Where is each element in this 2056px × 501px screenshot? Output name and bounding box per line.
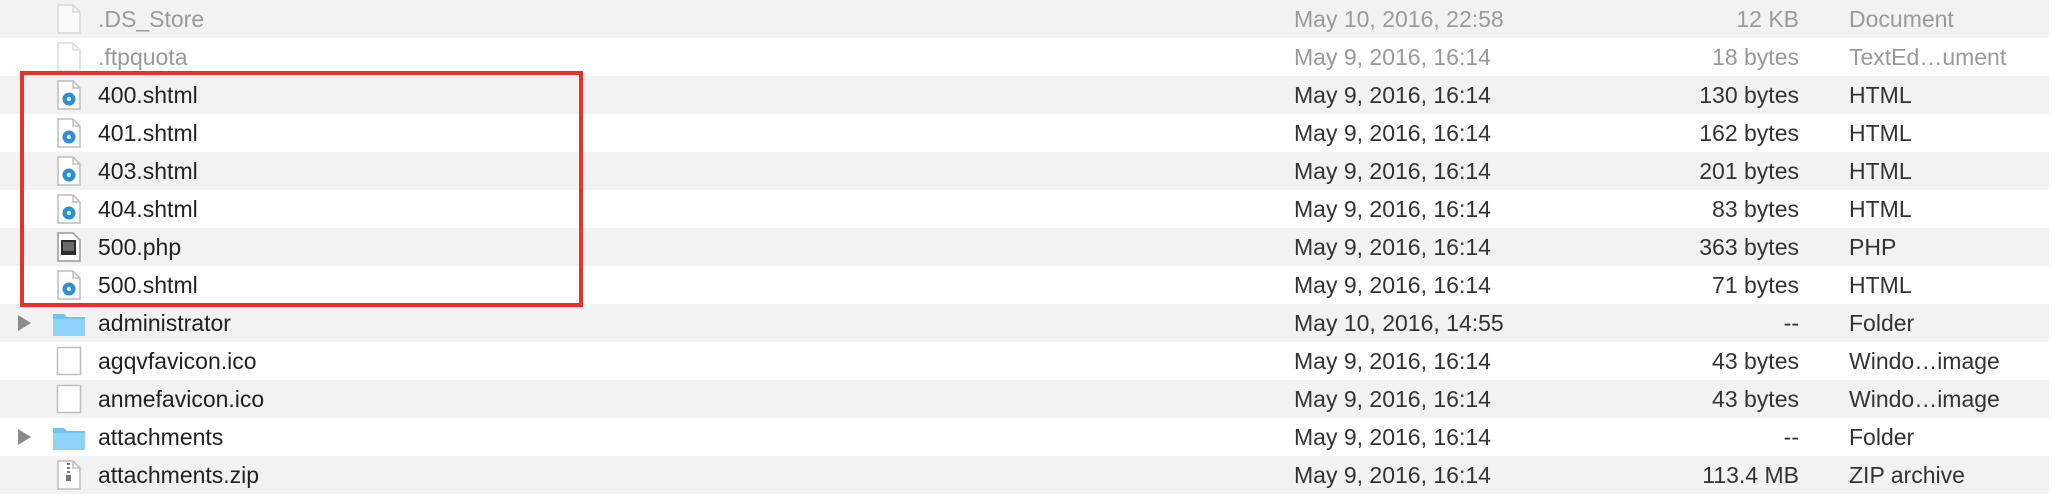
file-row[interactable]: .DS_Store May 10, 2016, 22:58 12 KB Documen… [0,0,2056,38]
file-name: 500.php [98,234,182,260]
file-size: -- [1783,310,1799,336]
file-size: 113.4 MB [1702,462,1799,488]
date-modified: May 9, 2016, 16:14 [1294,44,1491,70]
date-modified: May 9, 2016, 16:14 [1294,158,1491,184]
html-file-icon [55,118,83,148]
file-name: administrator [98,310,231,336]
file-list: .DS_Store May 10, 2016, 22:58 12 KB Documen… [0,0,2056,494]
file-name: attachments [98,424,224,450]
file-row[interactable]: 403.shtml May 9, 2016, 16:14 201 bytes HTML [0,152,2056,190]
file-name: 400.shtml [98,82,198,108]
file-size: 18 bytes [1712,44,1799,70]
file-row[interactable]: .ftpquota May 9, 2016, 16:14 18 bytes TextE… [0,38,2056,76]
folder-icon [52,310,86,336]
file-kind: Folder [1849,310,1915,336]
file-size: 71 bytes [1712,272,1799,298]
file-kind: Windo…image [1849,386,2000,412]
file-row[interactable]: agqvfavicon.ico May 9, 2016, 16:14 43 byte… [0,342,2056,380]
file-name: 401.shtml [98,120,198,146]
file-size: 12 KB [1736,6,1799,32]
folder-row[interactable]: administrator May 10, 2016, 14:55 -- Folder [0,304,2056,342]
date-modified: May 9, 2016, 16:14 [1294,82,1491,108]
file-name: 404.shtml [98,196,198,222]
file-size: 162 bytes [1699,120,1799,146]
file-name: attachments.zip [98,462,260,488]
file-row[interactable]: 400.shtml May 9, 2016, 16:14 130 bytes HTML [0,76,2056,114]
file-kind: HTML [1849,120,1912,146]
file-kind: PHP [1849,234,1897,260]
file-kind: TextEd…ument [1849,44,2007,70]
html-file-icon [55,194,83,224]
image-file-icon [55,384,83,414]
document-icon [55,42,83,72]
file-row[interactable]: 500.php May 9, 2016, 16:14 363 bytes PHP [0,228,2056,266]
date-modified: May 9, 2016, 16:14 [1294,424,1491,450]
document-icon [55,4,83,34]
file-kind: HTML [1849,196,1912,222]
file-size: 83 bytes [1712,196,1799,222]
file-size: 201 bytes [1699,158,1799,184]
disclosure-triangle-icon[interactable] [18,315,31,331]
file-kind: HTML [1849,82,1912,108]
date-modified: May 9, 2016, 16:14 [1294,462,1491,488]
file-kind: Folder [1849,424,1915,450]
file-kind: HTML [1849,272,1912,298]
date-modified: May 10, 2016, 22:58 [1294,6,1504,32]
file-name: 500.shtml [98,272,198,298]
disclosure-triangle-icon[interactable] [18,429,31,445]
date-modified: May 9, 2016, 16:14 [1294,120,1491,146]
file-name: agqvfavicon.ico [98,348,257,374]
file-size: 130 bytes [1699,82,1799,108]
file-row[interactable]: 500.shtml May 9, 2016, 16:14 71 bytes HTML [0,266,2056,304]
file-kind: Windo…image [1849,348,2000,374]
date-modified: May 9, 2016, 16:14 [1294,196,1491,222]
file-kind: ZIP archive [1849,462,1965,488]
file-row[interactable]: anmefavicon.ico May 9, 2016, 16:14 43 byte… [0,380,2056,418]
file-size: 43 bytes [1712,386,1799,412]
window-edge [2049,0,2056,500]
file-size: 363 bytes [1699,234,1799,260]
file-row[interactable]: attachments.zip May 9, 2016, 16:14 113.4 M… [0,456,2056,494]
file-name: .ftpquota [98,44,188,70]
date-modified: May 9, 2016, 16:14 [1294,386,1491,412]
folder-row[interactable]: attachments May 9, 2016, 16:14 -- Folder [0,418,2056,456]
file-name: anmefavicon.ico [98,386,265,412]
zip-file-icon [55,460,83,490]
date-modified: May 9, 2016, 16:14 [1294,234,1491,260]
date-modified: May 9, 2016, 16:14 [1294,348,1491,374]
file-kind: Document [1849,6,1954,32]
file-row[interactable]: 401.shtml May 9, 2016, 16:14 162 bytes HTML [0,114,2056,152]
date-modified: May 9, 2016, 16:14 [1294,272,1491,298]
php-file-icon [55,232,83,262]
file-size: 43 bytes [1712,348,1799,374]
folder-icon [52,424,86,450]
file-row[interactable]: 404.shtml May 9, 2016, 16:14 83 bytes HTML [0,190,2056,228]
file-size: -- [1783,424,1799,450]
html-file-icon [55,270,83,300]
file-kind: HTML [1849,158,1912,184]
date-modified: May 10, 2016, 14:55 [1294,310,1504,336]
html-file-icon [55,156,83,186]
image-file-icon [55,346,83,376]
file-name: .DS_Store [98,6,205,32]
html-file-icon [55,80,83,110]
file-name: 403.shtml [98,158,198,184]
